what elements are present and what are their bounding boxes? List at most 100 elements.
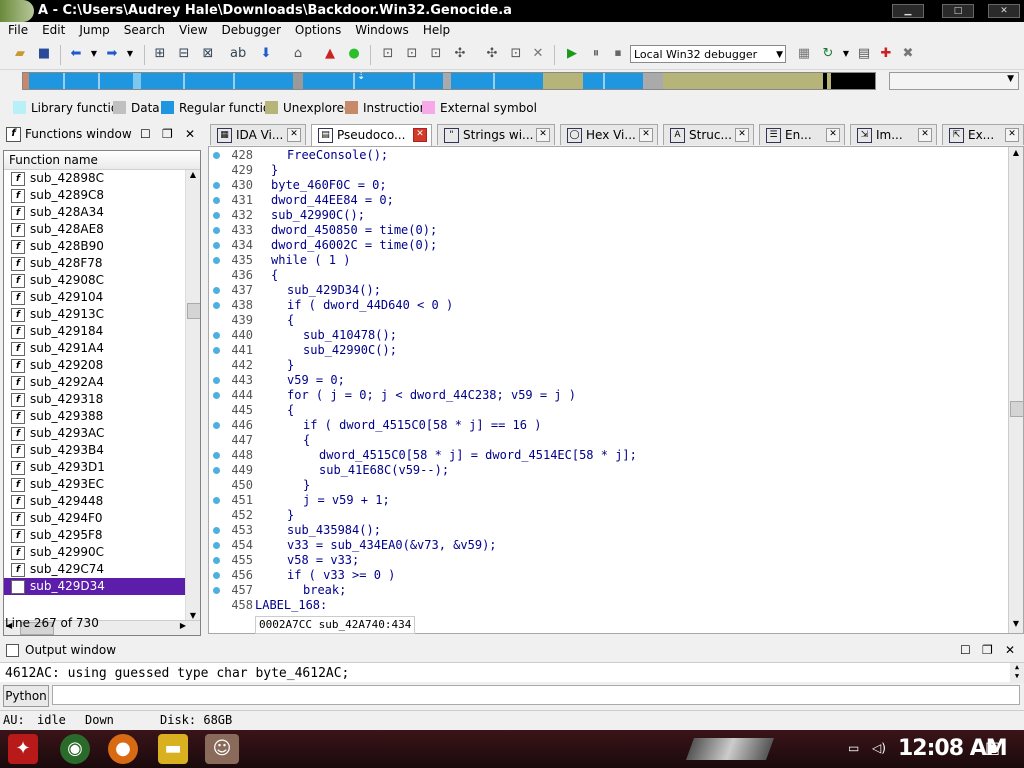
- function-list-item[interactable]: f sub_4293D1: [4, 459, 200, 476]
- function-list-item[interactable]: f sub_428B90: [4, 238, 200, 255]
- binary-alt-icon[interactable]: ⊟: [176, 46, 192, 62]
- breakpoint-dot-icon[interactable]: [213, 227, 220, 234]
- function-list-item[interactable]: f sub_429184: [4, 323, 200, 340]
- navigation-band[interactable]: [22, 72, 876, 90]
- code-line[interactable]: 442}: [209, 358, 1009, 373]
- close-tab-icon[interactable]: ✕: [287, 128, 301, 142]
- green-circle-icon[interactable]: ●: [346, 46, 362, 62]
- pane-close-button[interactable]: ✕: [185, 124, 195, 144]
- code-line[interactable]: 437 sub_429D34();: [209, 283, 1009, 298]
- breakpoint-dot-icon[interactable]: [213, 347, 220, 354]
- breakpoint-dot-icon[interactable]: [213, 572, 220, 579]
- scroll-down-icon[interactable]: ▼: [1010, 619, 1022, 631]
- back-arrow-icon[interactable]: ⬅: [68, 46, 84, 62]
- code-line[interactable]: 456 if ( v33 >= 0 ): [209, 568, 1009, 583]
- notifications-icon[interactable]: ▣: [985, 738, 1000, 757]
- pane-float-button[interactable]: ❐: [982, 640, 993, 660]
- breakpoint-dot-icon[interactable]: [213, 212, 220, 219]
- function-list-item[interactable]: f sub_4295F8: [4, 527, 200, 544]
- code-line[interactable]: 443 v59 = 0;: [209, 373, 1009, 388]
- function-list-item[interactable]: f sub_429104: [4, 289, 200, 306]
- function-list-item[interactable]: f sub_42913C: [4, 306, 200, 323]
- close-tab-icon[interactable]: ✕: [826, 128, 840, 142]
- breakpoint-dot-icon[interactable]: [213, 542, 220, 549]
- column-header-function-name[interactable]: Function name: [4, 151, 200, 170]
- code-line[interactable]: 450}: [209, 478, 1009, 493]
- scrollbar-thumb[interactable]: [1010, 401, 1023, 417]
- breakpoint-dot-icon[interactable]: [213, 197, 220, 204]
- pane-minimize-button[interactable]: ☐: [960, 640, 971, 660]
- code-line[interactable]: 431 dword_44EE84 = 0;: [209, 193, 1009, 208]
- menu-jump[interactable]: Jump: [71, 22, 115, 37]
- breakpoint-icon[interactable]: ▦: [796, 46, 812, 62]
- breakpoint-dot-icon[interactable]: [213, 467, 220, 474]
- function-list-item[interactable]: f sub_4293AC: [4, 425, 200, 442]
- code-line[interactable]: 453 sub_435984();: [209, 523, 1009, 538]
- start-debug-icon[interactable]: ▶: [564, 46, 580, 62]
- edit-icon[interactable]: ⊡: [508, 46, 524, 62]
- code-line[interactable]: 444 for ( j = 0; j < dword_44C238; v59 = …: [209, 388, 1009, 403]
- code-line[interactable]: 452}: [209, 508, 1009, 523]
- breakpoint-dot-icon[interactable]: [213, 422, 220, 429]
- scroll-up-icon[interactable]: ▲: [187, 170, 199, 182]
- menu-options[interactable]: Options: [287, 22, 347, 37]
- menu-file[interactable]: File: [0, 22, 34, 37]
- command-input[interactable]: [52, 685, 1020, 705]
- breakpoint-dot-icon[interactable]: [213, 182, 220, 189]
- volume-icon[interactable]: ◁): [872, 741, 886, 755]
- code-line[interactable]: 439 {: [209, 313, 1009, 328]
- python-button[interactable]: Python: [3, 685, 49, 707]
- segment-select[interactable]: ▼: [889, 72, 1019, 90]
- close-tab-icon[interactable]: ✕: [918, 128, 932, 142]
- close-window-button[interactable]: ✕: [988, 4, 1020, 18]
- code-line[interactable]: 447 {: [209, 433, 1009, 448]
- code-line[interactable]: 434 dword_46002C = time(0);: [209, 238, 1009, 253]
- add-icon[interactable]: ✚: [878, 46, 894, 62]
- binary-search-icon[interactable]: ⊠: [200, 46, 216, 62]
- breakpoint-dot-icon[interactable]: [213, 452, 220, 459]
- pane-float-button[interactable]: ❐: [162, 124, 173, 144]
- scroll-up-icon[interactable]: ▲: [1010, 148, 1022, 160]
- breakpoint-dot-icon[interactable]: [213, 242, 220, 249]
- refresh-dropdown-icon[interactable]: ▼: [838, 46, 854, 62]
- open-folder-icon[interactable]: ▰: [12, 46, 28, 62]
- tab-structures[interactable]: A Struc... ✕: [663, 124, 754, 145]
- menu-windows[interactable]: Windows: [347, 22, 415, 37]
- close-tab-icon[interactable]: ✕: [413, 128, 427, 142]
- tab-ida-view[interactable]: ▦ IDA Vi... ✕: [210, 124, 306, 145]
- tab-hex-view[interactable]: ◯ Hex Vi... ✕: [560, 124, 658, 145]
- function-list-item[interactable]: f sub_429C74: [4, 561, 200, 578]
- function-list-item[interactable]: f sub_4294F0: [4, 510, 200, 527]
- function-list-item[interactable]: f sub_4289C8: [4, 187, 200, 204]
- menu-help[interactable]: Help: [415, 22, 456, 37]
- breakpoint-dot-icon[interactable]: [213, 257, 220, 264]
- code-line[interactable]: 448 dword_4515C0[58 * j] = dword_4514EC[5…: [209, 448, 1009, 463]
- menu-debugger[interactable]: Debugger: [214, 22, 287, 37]
- menu-edit[interactable]: Edit: [34, 22, 71, 37]
- scrollbar-thumb[interactable]: [187, 303, 200, 319]
- function-list-item[interactable]: f sub_4293EC: [4, 476, 200, 493]
- function-list-item[interactable]: f sub_4292A4: [4, 374, 200, 391]
- file-explorer-icon[interactable]: ▬: [158, 734, 188, 764]
- function-list-item[interactable]: f sub_428A34: [4, 204, 200, 221]
- breakpoint-dot-icon[interactable]: [213, 377, 220, 384]
- function-list-item[interactable]: f sub_4293B4: [4, 442, 200, 459]
- pause-icon[interactable]: ⏸: [588, 46, 604, 62]
- pseudocode-vertical-scrollbar[interactable]: ▲ ▼: [1008, 147, 1023, 633]
- maximize-button[interactable]: □: [942, 4, 974, 18]
- forward-dropdown-icon[interactable]: ▼: [122, 46, 138, 62]
- pseudocode-view[interactable]: 428 FreeConsole(); 429} 430 byte_460F0C = 0;…: [208, 146, 1024, 634]
- code-line[interactable]: 445 {: [209, 403, 1009, 418]
- code-line[interactable]: 446 if ( dword_4515C0[58 * j] == 16 ): [209, 418, 1009, 433]
- stop-icon[interactable]: ⏹: [610, 46, 626, 62]
- breakpoint-dot-icon[interactable]: [213, 332, 220, 339]
- tools-icon[interactable]: ✖: [900, 46, 916, 62]
- code-line[interactable]: 438 if ( dword_44D640 < 0 ): [209, 298, 1009, 313]
- breakpoint-dot-icon[interactable]: [213, 587, 220, 594]
- tab-pseudocode[interactable]: ▤ Pseudoco... ✕: [311, 124, 432, 147]
- functions-vertical-scrollbar[interactable]: ▲ ▼: [185, 170, 200, 623]
- tab-imports[interactable]: ⇲ Im... ✕: [850, 124, 937, 145]
- breakpoint-dot-icon[interactable]: [213, 287, 220, 294]
- function-list-item[interactable]: f sub_428F78: [4, 255, 200, 272]
- text-search-icon[interactable]: ab: [230, 46, 246, 62]
